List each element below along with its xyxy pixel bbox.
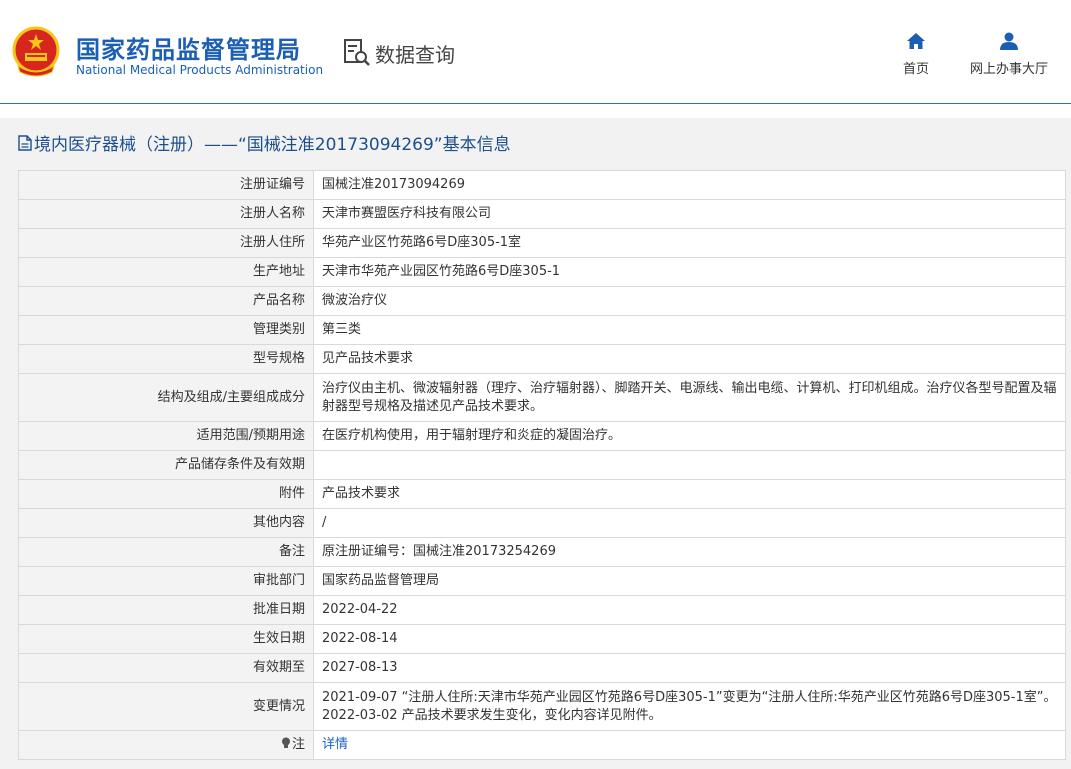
table-row: 产品储存条件及有效期 xyxy=(18,450,1066,480)
row-label: 附件 xyxy=(18,479,314,509)
site-title: 国家药品监督管理局 xyxy=(76,36,301,64)
row-value: 2027-08-13 xyxy=(313,653,1066,683)
user-icon xyxy=(1000,32,1018,50)
row-value: 天津市赛盟医疗科技有限公司 xyxy=(313,199,1066,229)
site-title-english: National Medical Products Administration xyxy=(76,63,324,77)
row-label: 其他内容 xyxy=(18,508,314,538)
section-title-text: 境内医疗器械（注册）——“国械注准20173094269”基本信息 xyxy=(34,135,511,155)
header-divider xyxy=(0,103,1071,104)
row-label: 管理类别 xyxy=(18,315,314,345)
change-entry: 2022-03-02 产品技术要求发生变化，变化内容详见附件。 xyxy=(322,707,662,723)
nav-home-label: 首页 xyxy=(902,62,929,77)
row-value: 在医疗机构使用，用于辐射理疗和炎症的凝固治疗。 xyxy=(313,421,1066,451)
nav-online-service-hall-label: 网上办事大厅 xyxy=(969,62,1048,77)
table-row: 管理类别 第三类 xyxy=(18,315,1066,345)
table-row: 适用范围/预期用途 在医疗机构使用，用于辐射理疗和炎症的凝固治疗。 xyxy=(18,421,1066,451)
change-entry: 2021-09-07 “注册人住所:天津市华苑产业园区竹苑路6号D座305-1”… xyxy=(322,689,1057,705)
row-value xyxy=(313,450,1066,480)
row-label: 有效期至 xyxy=(18,653,314,683)
row-label: 注册人名称 xyxy=(18,199,314,229)
table-row: 结构及组成/主要组成成分 治疗仪由主机、微波辐射器（理疗、治疗辐射器）、脚踏开关、… xyxy=(18,373,1066,422)
row-value: 微波治疗仪 xyxy=(313,286,1066,316)
national-emblem-icon xyxy=(12,26,60,77)
table-row: 型号规格 见产品技术要求 xyxy=(18,344,1066,374)
table-row: 产品名称 微波治疗仪 xyxy=(18,286,1066,316)
table-row: 审批部门 国家药品监督管理局 xyxy=(18,566,1066,596)
change-history-cell: 2021-09-07 “注册人住所:天津市华苑产业园区竹苑路6号D座305-1”… xyxy=(313,682,1066,731)
row-label: 批准日期 xyxy=(18,595,314,625)
table-row: 其他内容 / xyxy=(18,508,1066,538)
table-row: 注 详情 xyxy=(18,730,1066,760)
row-value: 天津市华苑产业园区竹苑路6号D座305-1 xyxy=(313,257,1066,287)
table-row: 注册人名称 天津市赛盟医疗科技有限公司 xyxy=(18,199,1066,229)
site-header: 国家药品监督管理局 National Medical Products Admi… xyxy=(0,0,1071,104)
nav-online-service-hall[interactable]: 网上办事大厅 xyxy=(966,32,1052,77)
row-label: 生产地址 xyxy=(18,257,314,287)
row-label: 产品储存条件及有效期 xyxy=(18,450,314,480)
nav-home[interactable]: 首页 xyxy=(896,32,936,77)
lightbulb-icon xyxy=(281,737,290,748)
main-content: 境内医疗器械（注册）——“国械注准20173094269”基本信息 注册证编号国… xyxy=(0,118,1071,769)
row-value: 原注册证编号：国械注准20173254269 xyxy=(313,537,1066,567)
document-icon xyxy=(18,134,32,151)
row-label: 审批部门 xyxy=(18,566,314,596)
row-label: 型号规格 xyxy=(18,344,314,374)
table-row: 生效日期 2022-08-14 xyxy=(18,624,1066,654)
section-title: 境内医疗器械（注册）——“国械注准20173094269”基本信息 xyxy=(18,130,511,155)
table-row: 注册人住所 华苑产业区竹苑路6号D座305-1室 xyxy=(18,228,1066,258)
row-label: 变更情况 xyxy=(18,682,314,731)
table-row: 变更情况 2021-09-07 “注册人住所:天津市华苑产业园区竹苑路6号D座3… xyxy=(18,682,1066,731)
row-value: 见产品技术要求 xyxy=(313,344,1066,374)
row-label: 产品名称 xyxy=(18,286,314,316)
table-row: 注册证编号 国械注准20173094269 xyxy=(18,170,1066,200)
row-value: 国械注准20173094269 xyxy=(313,170,1066,200)
table-row: 备注 原注册证编号：国械注准20173254269 xyxy=(18,537,1066,567)
row-value: 2022-04-22 xyxy=(313,595,1066,625)
document-search-icon xyxy=(344,39,370,66)
row-value: 产品技术要求 xyxy=(313,479,1066,509)
row-label: 注册人住所 xyxy=(18,228,314,258)
data-query-label: 数据查询 xyxy=(375,42,455,67)
row-label: 注册证编号 xyxy=(18,170,314,200)
table-row: 生产地址 天津市华苑产业园区竹苑路6号D座305-1 xyxy=(18,257,1066,287)
row-value: 治疗仪由主机、微波辐射器（理疗、治疗辐射器）、脚踏开关、电源线、输出电缆、计算机… xyxy=(313,373,1066,422)
row-label: 备注 xyxy=(18,537,314,567)
row-value: 国家药品监督管理局 xyxy=(313,566,1066,596)
table-row: 批准日期 2022-04-22 xyxy=(18,595,1066,625)
table-row: 附件 产品技术要求 xyxy=(18,479,1066,509)
row-value: 2022-08-14 xyxy=(313,624,1066,654)
details-link[interactable]: 详情 xyxy=(322,737,348,752)
table-row: 有效期至 2027-08-13 xyxy=(18,653,1066,683)
row-label: 注 xyxy=(291,737,305,752)
details-cell: 详情 xyxy=(313,730,1066,760)
registration-info-table: 注册证编号 国械注准20173094269 注册人名称 天津市赛盟医疗科技有限公司 … xyxy=(18,170,1066,760)
row-value: 华苑产业区竹苑路6号D座305-1室 xyxy=(313,228,1066,258)
row-value: 第三类 xyxy=(313,315,1066,345)
note-label-cell: 注 xyxy=(18,730,314,760)
row-label: 生效日期 xyxy=(18,624,314,654)
row-label: 适用范围/预期用途 xyxy=(18,421,314,451)
data-query-link[interactable]: 数据查询 xyxy=(343,38,455,68)
home-icon xyxy=(907,33,925,49)
row-value: / xyxy=(313,508,1066,538)
row-label: 结构及组成/主要组成成分 xyxy=(18,373,314,422)
